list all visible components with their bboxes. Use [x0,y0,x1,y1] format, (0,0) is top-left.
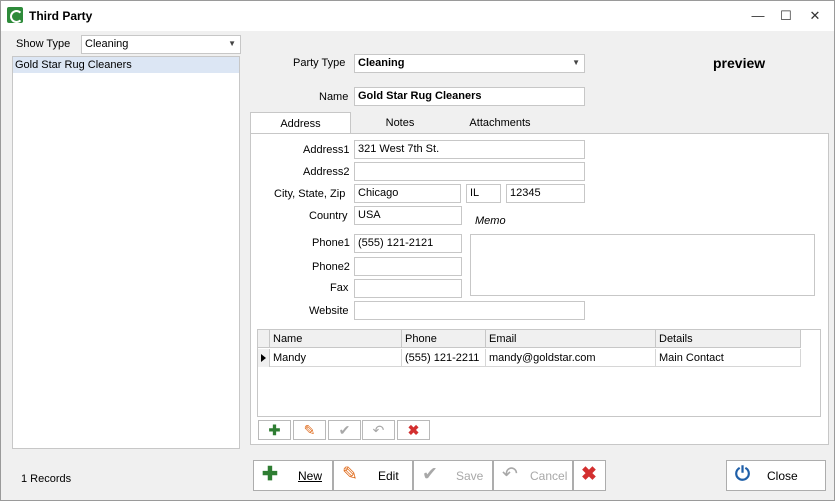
phone2-label: Phone2 [312,261,350,273]
tab-attachments[interactable]: Attachments [456,112,544,134]
new-button[interactable]: ✚ New [253,460,333,491]
grid-delete-button[interactable]: ✖ [397,420,430,440]
city-field[interactable]: Chicago [354,184,461,203]
grid-edit-button[interactable]: ✎ [293,420,326,440]
plus-icon: ✚ [268,422,281,438]
check-icon: ✔ [338,422,351,438]
table-cell-email[interactable]: mandy@goldstar.com [486,349,656,367]
save-button[interactable]: ✔ Save [413,460,493,491]
contacts-grid[interactable]: Name Phone Email Details Mandy (555) 121… [257,329,821,417]
column-header-details[interactable]: Details [656,330,801,348]
country-label: Country [309,210,348,222]
cancel-button[interactable]: ↶ Cancel [493,460,573,491]
show-type-select[interactable]: Cleaning ▼ [81,35,241,54]
chevron-down-icon: ▼ [228,39,236,48]
phone1-field[interactable]: (555) 121-2121 [354,234,462,253]
tab-notes[interactable]: Notes [368,112,432,134]
column-header-email[interactable]: Email [486,330,656,348]
close-window-icon[interactable]: ✕ [801,5,829,27]
party-type-label: Party Type [293,57,346,69]
minimize-icon[interactable]: — [744,5,772,27]
preview-label: preview [713,55,766,71]
name-field[interactable]: Gold Star Rug Cleaners [354,87,585,106]
address2-field[interactable] [354,162,585,181]
edit-button-label: Edit [378,469,399,483]
column-header-name[interactable]: Name [270,330,402,348]
memo-field[interactable] [470,234,815,296]
party-type-select[interactable]: Cleaning ▼ [354,54,585,73]
grid-save-button[interactable]: ✔ [328,420,361,440]
power-icon: ⏻ [735,464,751,485]
address1-field[interactable]: 321 West 7th St. [354,140,585,159]
address1-label: Address1 [303,144,350,156]
records-count: 1 Records [21,473,72,485]
fax-field[interactable] [354,279,462,298]
grid-undo-button[interactable]: ↶ [362,420,395,440]
new-button-label: New [298,469,323,483]
undo-icon: ↶ [502,464,518,485]
website-field[interactable] [354,301,585,320]
undo-icon: ↶ [372,422,385,438]
close-button[interactable]: ⏻ Close [726,460,826,491]
title-bar: Third Party — ☐ ✕ [1,1,834,31]
state-field[interactable]: IL [466,184,501,203]
party-list[interactable]: Gold Star Rug Cleaners [12,56,240,449]
plus-icon: ✚ [262,464,278,485]
pencil-icon: ✎ [303,422,316,438]
pencil-icon: ✎ [342,464,358,485]
table-cell-details[interactable]: Main Contact [656,349,801,367]
city-state-zip-label: City, State, Zip [274,188,346,200]
party-type-value: Cleaning [358,57,405,69]
fax-label: Fax [330,282,349,294]
show-type-label: Show Type [16,38,71,50]
grid-corner [258,330,270,348]
zip-field[interactable]: 12345 [506,184,585,203]
list-item[interactable]: Gold Star Rug Cleaners [13,57,239,73]
save-button-label: Save [456,469,484,483]
row-selector-icon [261,354,266,362]
memo-label: Memo [475,215,506,227]
phone2-field[interactable] [354,257,462,276]
delete-button[interactable]: ✖ [573,460,606,491]
tab-address[interactable]: Address [250,112,351,135]
cancel-button-label: Cancel [530,469,568,483]
name-label: Name [319,91,349,103]
address2-label: Address2 [303,166,350,178]
close-button-label: Close [767,469,798,483]
window-title: Third Party [29,9,93,23]
app-icon [7,7,23,23]
table-cell-name[interactable]: Mandy [270,349,402,367]
column-header-phone[interactable]: Phone [402,330,486,348]
third-party-window: Third Party — ☐ ✕ Show Type Cleaning ▼ G… [0,0,835,501]
edit-button[interactable]: ✎ Edit [333,460,413,491]
x-icon: ✖ [407,422,420,438]
maximize-icon[interactable]: ☐ [772,5,800,27]
phone1-label: Phone1 [312,237,350,249]
x-icon: ✖ [581,464,597,485]
grid-add-button[interactable]: ✚ [258,420,291,440]
website-label: Website [309,305,349,317]
check-icon: ✔ [422,464,438,485]
chevron-down-icon: ▼ [572,58,580,67]
country-field[interactable]: USA [354,206,462,225]
show-type-value: Cleaning [85,38,129,50]
table-cell-phone[interactable]: (555) 121-2211 [402,349,486,367]
